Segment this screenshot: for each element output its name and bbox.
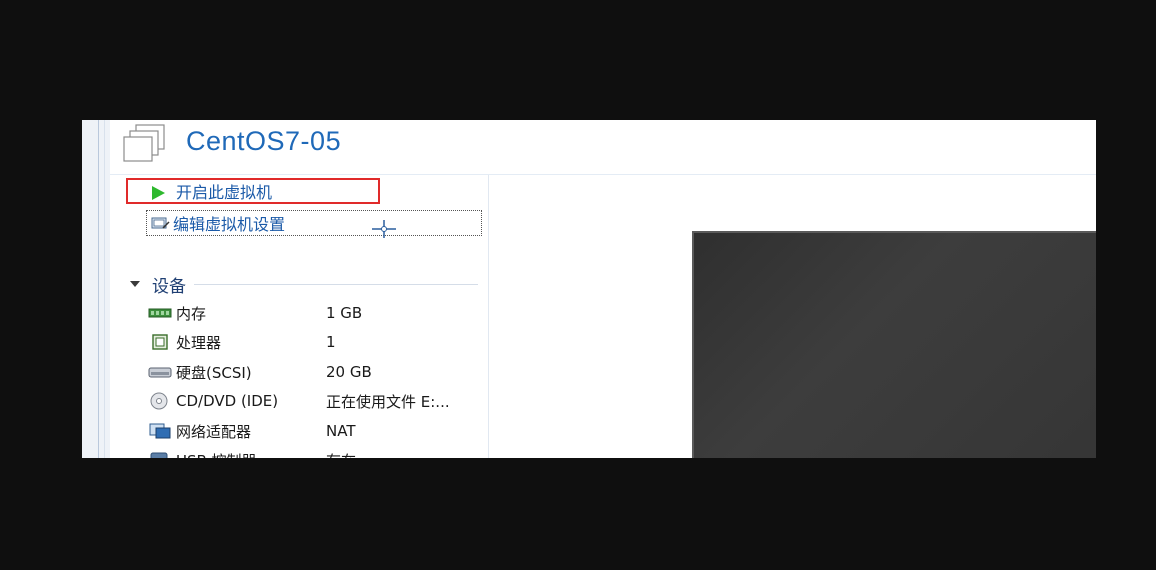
device-name: 硬盘(SCSI) bbox=[176, 363, 252, 382]
usb-controller-icon bbox=[150, 452, 168, 458]
vm-screen-thumbnail[interactable] bbox=[692, 231, 1096, 458]
device-value: 存在 bbox=[326, 450, 356, 459]
device-row-network-adapter[interactable]: 网络适配器 NAT bbox=[148, 420, 488, 442]
collapse-caret-icon[interactable] bbox=[130, 281, 140, 287]
device-name: 网络适配器 bbox=[176, 422, 252, 441]
settings-edit-icon bbox=[151, 217, 170, 229]
play-icon bbox=[152, 186, 165, 200]
devices-section-header[interactable]: 设备 bbox=[130, 274, 478, 297]
processor-icon bbox=[152, 334, 168, 350]
device-row-memory[interactable]: 内存 1 GB bbox=[148, 302, 488, 324]
device-name: 内存 bbox=[176, 304, 207, 323]
device-row-processor[interactable]: 处理器 1 bbox=[148, 331, 488, 353]
memory-icon bbox=[148, 308, 172, 318]
vm-details-screenshot: CentOS7-05 开启此虚拟机 编辑虚拟机设置 设备 内存 1 GB 处理器… bbox=[82, 120, 1096, 458]
device-name: 处理器 bbox=[176, 333, 222, 352]
device-name: CD/DVD (IDE) bbox=[176, 392, 279, 410]
vm-preview-pane bbox=[490, 175, 1096, 458]
device-row-cd-dvd[interactable]: CD/DVD (IDE) 正在使用文件 E:... bbox=[148, 390, 488, 412]
device-value: 正在使用文件 E:... bbox=[326, 392, 450, 411]
edit-vm-settings-label: 编辑虚拟机设置 bbox=[173, 215, 286, 234]
vm-title: CentOS7-05 bbox=[186, 126, 342, 156]
network-adapter-icon bbox=[149, 423, 171, 439]
crosshair-cursor-icon bbox=[372, 220, 396, 238]
library-panel-edge bbox=[82, 120, 110, 458]
devices-section-label: 设备 bbox=[152, 276, 186, 297]
device-row-hard-disk[interactable]: 硬盘(SCSI) 20 GB bbox=[148, 361, 488, 383]
device-row-usb-controller[interactable]: USB 控制器 存在 bbox=[148, 449, 488, 458]
device-value: 1 GB bbox=[326, 304, 363, 322]
device-name: USB 控制器 bbox=[176, 450, 326, 459]
virtual-machine-icon bbox=[123, 124, 165, 162]
power-on-vm-button[interactable]: 开启此虚拟机 bbox=[126, 178, 380, 204]
hard-disk-icon bbox=[148, 367, 172, 378]
device-value: NAT bbox=[326, 422, 356, 440]
device-value: 20 GB bbox=[326, 363, 372, 381]
cd-dvd-icon bbox=[150, 392, 168, 410]
device-value: 1 bbox=[326, 333, 336, 351]
edit-vm-settings-button[interactable]: 编辑虚拟机设置 bbox=[146, 210, 482, 236]
power-on-vm-label: 开启此虚拟机 bbox=[176, 183, 273, 202]
